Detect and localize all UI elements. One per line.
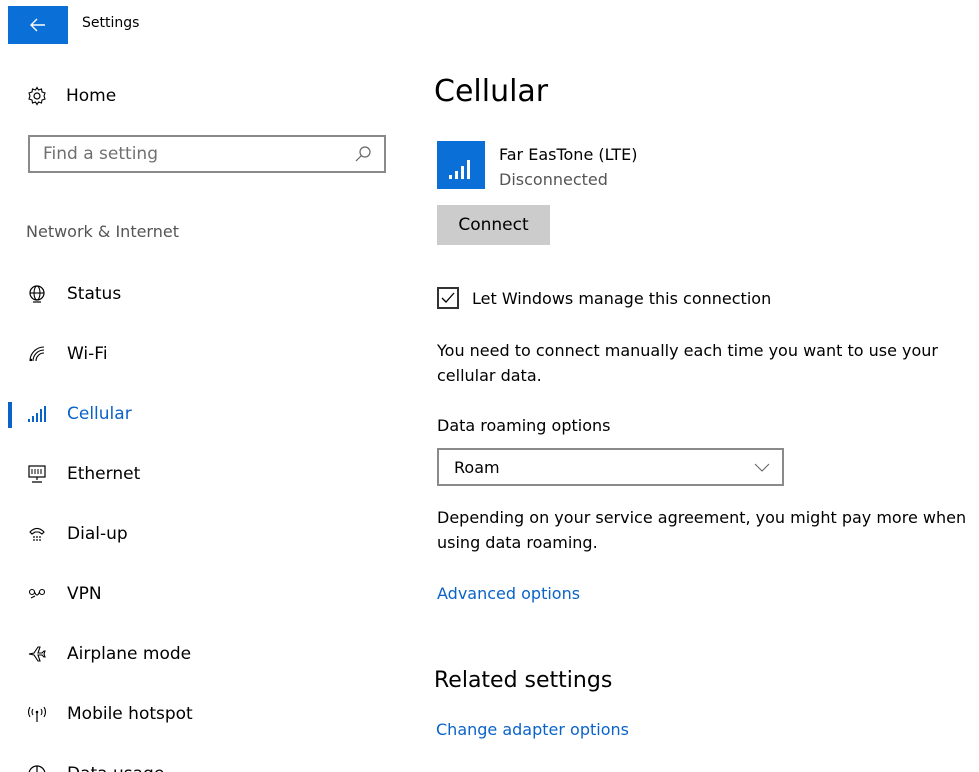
home-label: Home xyxy=(66,86,117,106)
sidebar-item-wifi[interactable]: Wi-Fi xyxy=(0,324,400,384)
back-button[interactable] xyxy=(8,6,68,44)
back-arrow-icon xyxy=(30,18,45,32)
sidebar-item-cellular[interactable]: Cellular xyxy=(0,384,400,444)
data-usage-icon xyxy=(26,763,48,772)
change-adapter-options-link[interactable]: Change adapter options xyxy=(436,720,629,739)
home-link[interactable]: Home xyxy=(26,84,116,108)
sidebar-nav: Status Wi-Fi Cellular Ethernet Dial-up V… xyxy=(0,264,400,772)
sidebar-item-airplane-mode[interactable]: Airplane mode xyxy=(0,624,400,684)
cellular-signal-icon xyxy=(449,160,470,179)
sidebar-item-dialup[interactable]: Dial-up xyxy=(0,504,400,564)
manage-description: You need to connect manually each time y… xyxy=(437,341,938,385)
roaming-dropdown[interactable]: Roam xyxy=(437,448,784,486)
title-bar: Settings xyxy=(0,0,979,48)
globe-icon xyxy=(26,283,48,305)
sidebar-item-label: Mobile hotspot xyxy=(67,704,193,724)
wifi-icon xyxy=(26,343,48,365)
sidebar-item-vpn[interactable]: VPN xyxy=(0,564,400,624)
advanced-options-link[interactable]: Advanced options xyxy=(437,584,580,603)
sidebar-item-label: Status xyxy=(67,284,122,304)
manage-connection-checkbox-row[interactable]: Let Windows manage this connection xyxy=(437,287,771,309)
sidebar-item-label: VPN xyxy=(67,584,102,604)
manage-connection-label: Let Windows manage this connection xyxy=(472,288,772,308)
sidebar-item-label: Dial-up xyxy=(67,524,128,544)
checkmark-icon xyxy=(441,292,455,303)
ethernet-icon xyxy=(26,463,48,485)
search-input[interactable] xyxy=(30,137,330,171)
gear-icon xyxy=(26,85,48,107)
sidebar-item-label: Ethernet xyxy=(67,464,141,484)
sidebar-item-label: Data usage xyxy=(67,764,164,772)
sidebar-item-label: Airplane mode xyxy=(67,644,192,664)
vpn-icon xyxy=(26,583,48,605)
sidebar-item-label: Cellular xyxy=(67,404,132,424)
hotspot-icon xyxy=(26,703,48,725)
airplane-icon xyxy=(26,643,48,665)
roaming-selected-value: Roam xyxy=(454,458,500,477)
section-title: Network & Internet xyxy=(26,222,179,241)
sidebar-item-status[interactable]: Status xyxy=(0,264,400,324)
window-title: Settings xyxy=(82,15,140,31)
related-settings-title: Related settings xyxy=(434,668,613,693)
sidebar-item-data-usage[interactable]: Data usage xyxy=(0,744,400,772)
connect-button[interactable]: Connect xyxy=(437,205,550,245)
page-title: Cellular xyxy=(434,74,549,109)
chevron-down-icon xyxy=(754,463,770,472)
sidebar-item-ethernet[interactable]: Ethernet xyxy=(0,444,400,504)
sidebar-item-mobile-hotspot[interactable]: Mobile hotspot xyxy=(0,684,400,744)
network-tile xyxy=(437,141,485,189)
dialup-icon xyxy=(26,523,48,545)
sidebar-item-label: Wi-Fi xyxy=(67,344,108,364)
manage-connection-checkbox[interactable] xyxy=(437,287,459,309)
network-name: Far EasTone (LTE) xyxy=(499,145,638,164)
search-icon[interactable] xyxy=(354,145,372,163)
cellular-signal-icon xyxy=(26,403,48,425)
network-status: Disconnected xyxy=(499,170,608,189)
roaming-label: Data roaming options xyxy=(437,416,611,435)
roaming-description: Depending on your service agreement, you… xyxy=(437,508,967,552)
search-box[interactable] xyxy=(28,135,386,173)
